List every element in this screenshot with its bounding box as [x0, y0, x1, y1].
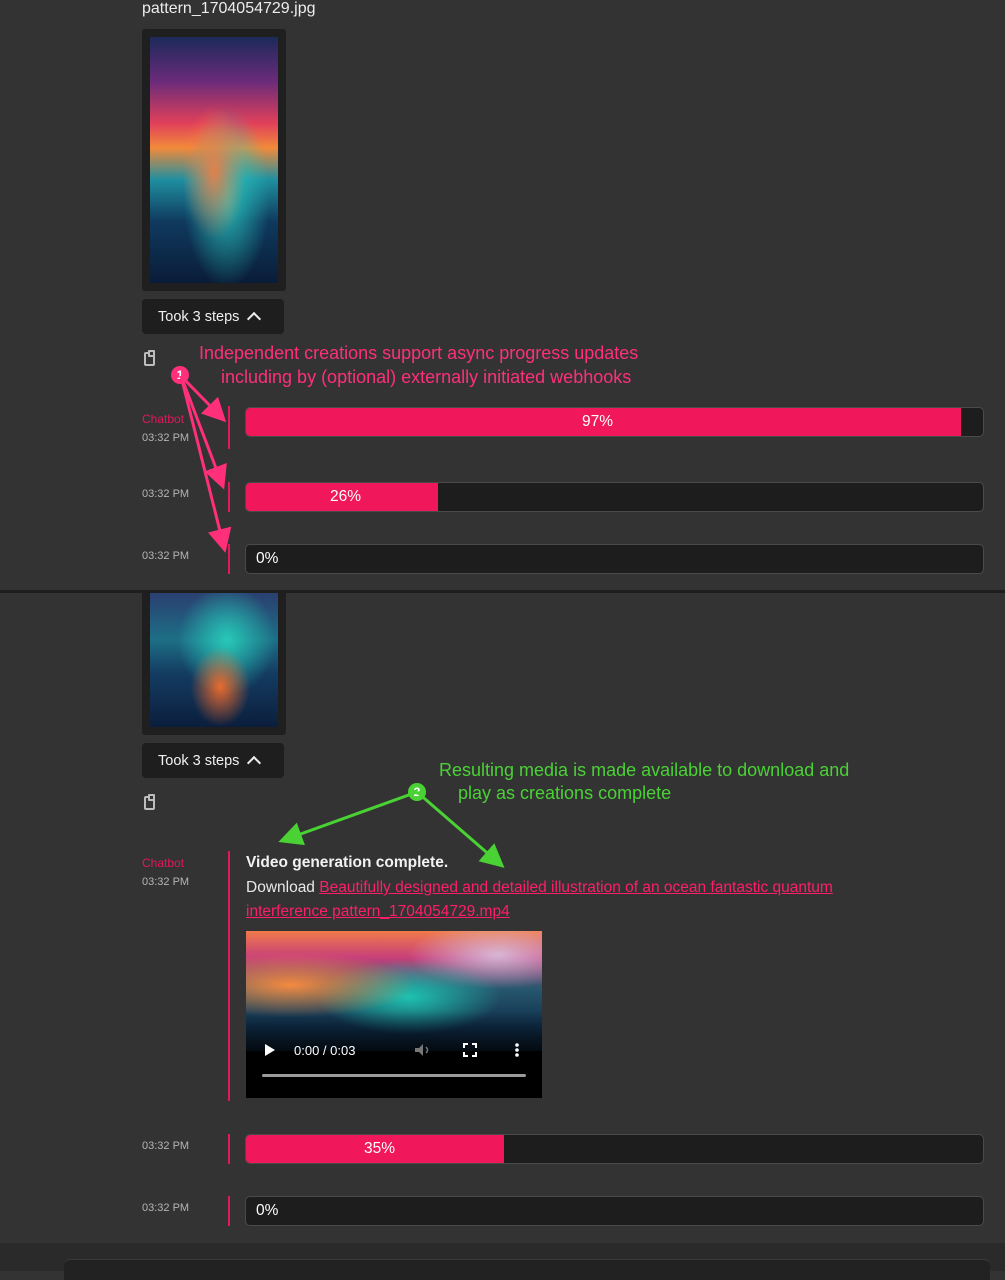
- video-time: 0:00 / 0:03: [294, 1043, 356, 1058]
- message-accent-line: [228, 406, 230, 449]
- progress-bar: 35%: [245, 1134, 984, 1164]
- fullscreen-icon[interactable]: [463, 1043, 477, 1057]
- message-time: 03:32 PM: [142, 1202, 190, 1214]
- progress-label: 26%: [330, 488, 362, 505]
- progress-label: 0%: [256, 1202, 279, 1219]
- download-link[interactable]: Beautifully designed and detailed illust…: [246, 879, 833, 920]
- message-accent-line: [228, 544, 230, 574]
- message-body: Download Beautifully designed and detail…: [246, 876, 936, 924]
- message-time: 03:32 PM: [142, 550, 190, 562]
- message-title: Video generation complete.: [246, 854, 449, 871]
- message-time: 03:32 PM: [142, 432, 190, 444]
- video-seek-bar[interactable]: [262, 1074, 526, 1077]
- arrow-to-row-2: [179, 375, 227, 490]
- annotation-2-arrows: [278, 790, 505, 868]
- message-accent-line: [228, 851, 230, 1101]
- progress-bar: 97%: [245, 407, 984, 437]
- progress-label: 35%: [364, 1140, 396, 1157]
- message-time: 03:32 PM: [142, 488, 190, 500]
- progress-bar: 0%: [245, 544, 984, 574]
- download-prefix: Download: [246, 879, 315, 896]
- progress-bar: 26%: [245, 482, 984, 512]
- arrow-to-title: [278, 790, 418, 846]
- input-area-edge[interactable]: [64, 1259, 990, 1280]
- arrow-to-row-3: [179, 375, 232, 553]
- video-player[interactable]: 0:00 / 0:03: [246, 931, 542, 1098]
- sender-name: Chatbot: [142, 856, 185, 870]
- message-accent-line: [228, 482, 230, 512]
- progress-label: 0%: [256, 550, 279, 567]
- play-icon[interactable]: [264, 1043, 276, 1057]
- message-accent-line: [228, 1196, 230, 1226]
- more-vertical-icon[interactable]: [514, 1042, 520, 1058]
- message-time: 03:32 PM: [142, 876, 190, 888]
- message-accent-line: [228, 1134, 230, 1164]
- progress-label: 97%: [582, 413, 614, 430]
- progress-bar: 0%: [245, 1196, 984, 1226]
- message-time: 03:32 PM: [142, 1140, 190, 1152]
- sender-name: Chatbot: [142, 412, 185, 426]
- volume-icon[interactable]: [414, 1043, 432, 1057]
